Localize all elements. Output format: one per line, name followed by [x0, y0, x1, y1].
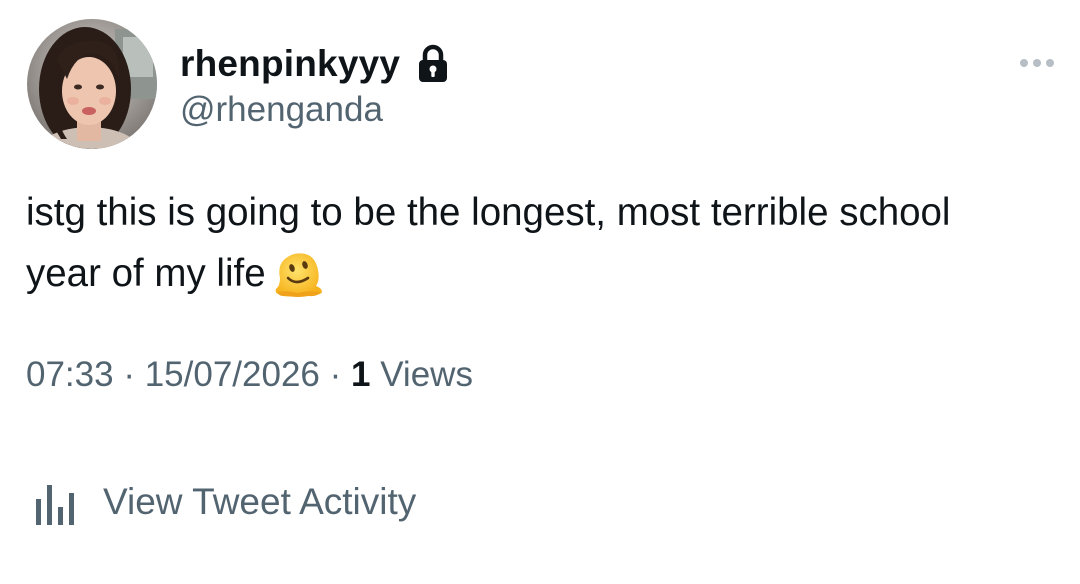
tweet-time[interactable]: 07:33: [26, 355, 114, 394]
tweet-meta: 07:33 · 15/07/2026 · 1 Views: [26, 355, 473, 395]
more-options-button[interactable]: [1012, 50, 1062, 76]
author-handle[interactable]: @rhenganda: [180, 90, 383, 130]
avatar[interactable]: [27, 19, 157, 149]
more-horizontal-icon: [1046, 59, 1054, 67]
views-label: Views: [380, 355, 473, 394]
more-horizontal-icon: [1033, 59, 1041, 67]
melting-face-emoji-icon: [272, 248, 324, 300]
view-tweet-activity-link[interactable]: View Tweet Activity: [33, 474, 416, 530]
display-name[interactable]: rhenpinkyyy: [180, 43, 400, 85]
tweet-text: istg this is going to be the longest, mo…: [26, 191, 951, 295]
view-tweet-activity-label: View Tweet Activity: [103, 481, 417, 522]
tweet-body: istg this is going to be the longest, mo…: [26, 182, 1026, 304]
tweet-date[interactable]: 15/07/2026: [145, 355, 320, 394]
meta-separator: ·: [329, 355, 342, 394]
bar-chart-icon: [33, 477, 81, 527]
lock-icon: [416, 44, 450, 84]
meta-separator: ·: [123, 355, 135, 394]
profile-photo-icon: [27, 19, 157, 149]
views-count: 1: [351, 355, 371, 394]
author-name-row: rhenpinkyyy: [180, 40, 450, 88]
tweet-card: rhenpinkyyy @rhenganda istg this is goin…: [0, 0, 1080, 584]
more-horizontal-icon: [1020, 59, 1028, 67]
